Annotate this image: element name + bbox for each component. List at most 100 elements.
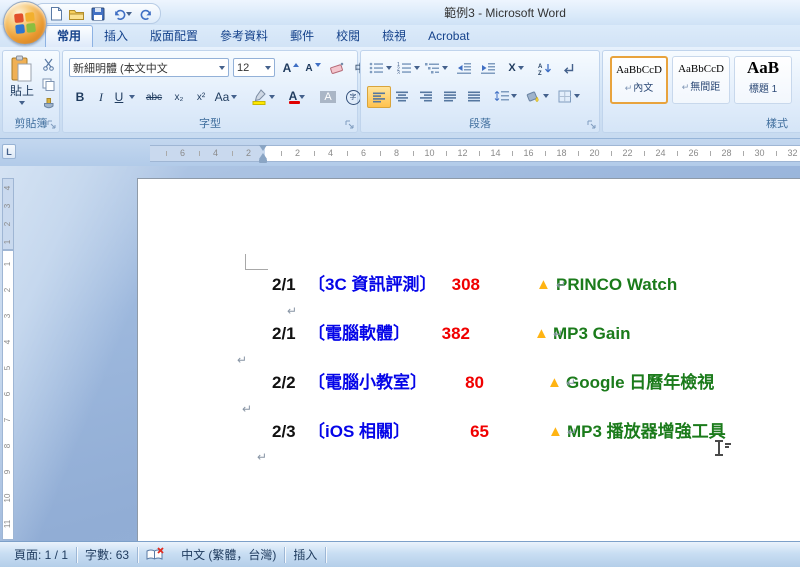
save-button[interactable] (91, 5, 106, 22)
redo-button[interactable] (139, 5, 154, 22)
undo-dropdown-icon[interactable] (126, 12, 132, 16)
bullets-button[interactable] (367, 58, 393, 78)
format-painter-button[interactable] (39, 95, 57, 113)
cut-button[interactable] (39, 55, 57, 73)
ribbon-group-font: 新細明體 (本文中文 12 A A 中 A B (62, 50, 358, 133)
tab-insert[interactable]: 插入 (93, 26, 139, 47)
paste-dropdown-icon[interactable] (19, 101, 25, 105)
bold-button[interactable]: B (71, 87, 89, 107)
paragraph-group-label: 段落 (361, 115, 599, 131)
proofing-status-button[interactable] (138, 546, 173, 564)
dialog-launcher-icon[interactable] (587, 120, 597, 130)
chevron-down-icon (518, 66, 524, 70)
vertical-ruler-margin[interactable]: 4321 (2, 178, 14, 250)
ruler-number: 20 (578, 146, 611, 161)
ruler-number: 6 (347, 146, 380, 161)
paragraph-mark: ↵ (242, 402, 252, 416)
distribute-button[interactable] (463, 86, 485, 106)
align-right-button[interactable] (415, 86, 437, 106)
chevron-down-icon (129, 95, 135, 99)
ruler-number: 26 (677, 146, 710, 161)
decrease-indent-button[interactable] (453, 58, 475, 78)
tab-acrobat[interactable]: Acrobat (417, 26, 480, 47)
ruler-number: 2 (0, 219, 17, 229)
document-area: 4321 1234567891011 2/1 〔3C 資訊評測〕 308 ▲ P… (0, 166, 800, 541)
underline-dropdown[interactable] (127, 87, 137, 107)
underline-button[interactable]: U (111, 87, 127, 107)
grow-font-button[interactable]: A (281, 58, 301, 78)
chevron-down-icon[interactable] (219, 66, 225, 70)
tab-view[interactable]: 檢視 (371, 26, 417, 47)
numbering-button[interactable]: 123 (395, 58, 421, 78)
new-document-button[interactable] (48, 5, 63, 22)
dialog-launcher-icon[interactable] (345, 120, 355, 130)
ruler-number: 8 (380, 146, 413, 161)
dialog-launcher-icon[interactable] (47, 120, 57, 130)
asian-layout-button[interactable]: X (503, 58, 529, 78)
chevron-down-icon[interactable] (265, 66, 271, 70)
strikethrough-button[interactable]: abc (141, 87, 167, 107)
document-line[interactable]: 2/1 〔電腦軟體〕 382 ▲ MP3 Gain↵ (0, 323, 800, 347)
font-color-button[interactable]: A (283, 87, 311, 107)
tab-page-layout[interactable]: 版面配置 (139, 26, 209, 47)
tab-stop-selector[interactable]: L (2, 144, 16, 159)
left-indent-marker[interactable] (259, 159, 267, 163)
highlight-button[interactable] (249, 87, 277, 107)
font-name-value: 新細明體 (本文中文 (73, 60, 168, 76)
arrow-down-icon (315, 63, 321, 67)
font-size-value: 12 (237, 62, 249, 74)
style-heading1[interactable]: AaB 標題 1 (734, 56, 792, 104)
horizontal-ruler[interactable]: 2468101214161820222426283032 (265, 145, 800, 162)
open-button[interactable] (69, 5, 84, 22)
align-center-button[interactable] (391, 86, 413, 106)
shading-button[interactable] (523, 86, 551, 106)
ruler-margin-section[interactable]: 642 (150, 145, 265, 162)
ruler-number: 12 (446, 146, 479, 161)
entry-date: 2/1 (272, 274, 296, 296)
character-shading-button[interactable]: A (317, 87, 339, 107)
align-left-button[interactable] (367, 86, 391, 108)
multilevel-list-button[interactable] (423, 58, 449, 78)
ibeam-cursor (714, 440, 732, 457)
tab-review[interactable]: 校閱 (325, 26, 371, 47)
quick-access-toolbar (33, 3, 161, 24)
style-no-spacing[interactable]: AaBbCcD ↵無間距 (672, 56, 730, 104)
line-spacing-button[interactable] (491, 86, 519, 106)
justify-button[interactable] (439, 86, 461, 106)
entry-item: MP3 播放器增強工具 (567, 421, 726, 443)
font-size-combo[interactable]: 12 (233, 58, 275, 77)
sort-button[interactable]: AZ (533, 58, 555, 78)
word-count-indicator[interactable]: 字數: 63 (77, 546, 137, 564)
page-indicator[interactable]: 頁面: 1 / 1 (6, 546, 76, 564)
divider (325, 547, 326, 563)
borders-button[interactable] (555, 86, 583, 106)
triangle-bullet-icon: ▲ (534, 323, 549, 345)
clear-formatting-button[interactable] (326, 58, 348, 78)
tab-home[interactable]: 常用 (45, 25, 93, 47)
italic-button[interactable]: I (93, 87, 109, 107)
office-button[interactable] (3, 1, 47, 45)
undo-button[interactable] (112, 5, 133, 22)
paste-button[interactable]: 貼上 (6, 55, 38, 119)
tab-references[interactable]: 參考資料 (209, 26, 279, 47)
subscript-button[interactable]: x₂ (169, 87, 189, 107)
paragraph-mark: ↵ (567, 421, 577, 443)
ruler-number: 10 (413, 146, 446, 161)
document-line[interactable]: 2/2 〔電腦小教室〕 80 ▲ Google 日曆年檢視↵ (0, 372, 800, 396)
insert-mode-indicator[interactable]: 插入 (285, 546, 325, 564)
font-name-combo[interactable]: 新細明體 (本文中文 (69, 58, 229, 77)
shrink-font-button[interactable]: A (303, 58, 323, 78)
ruler-number: 3 (0, 201, 17, 211)
increase-indent-button[interactable] (477, 58, 499, 78)
superscript-button[interactable]: x² (191, 87, 211, 107)
document-line[interactable]: 2/3 〔iOS 相關〕 65 ▲ MP3 播放器增強工具↵ (0, 421, 800, 445)
style-normal[interactable]: AaBbCcD ↵內文 (610, 56, 668, 104)
document-line[interactable]: 2/1 〔3C 資訊評測〕 308 ▲ PRINCO Watch↵ (0, 274, 800, 298)
first-line-indent-marker[interactable] (259, 145, 267, 151)
change-case-button[interactable]: Aa (213, 87, 239, 107)
tab-mailings[interactable]: 郵件 (279, 26, 325, 47)
chevron-down-icon (442, 66, 448, 70)
copy-button[interactable] (39, 75, 57, 93)
show-formatting-marks-button[interactable] (557, 58, 579, 78)
language-indicator[interactable]: 中文 (繁體，台灣) (173, 546, 284, 564)
